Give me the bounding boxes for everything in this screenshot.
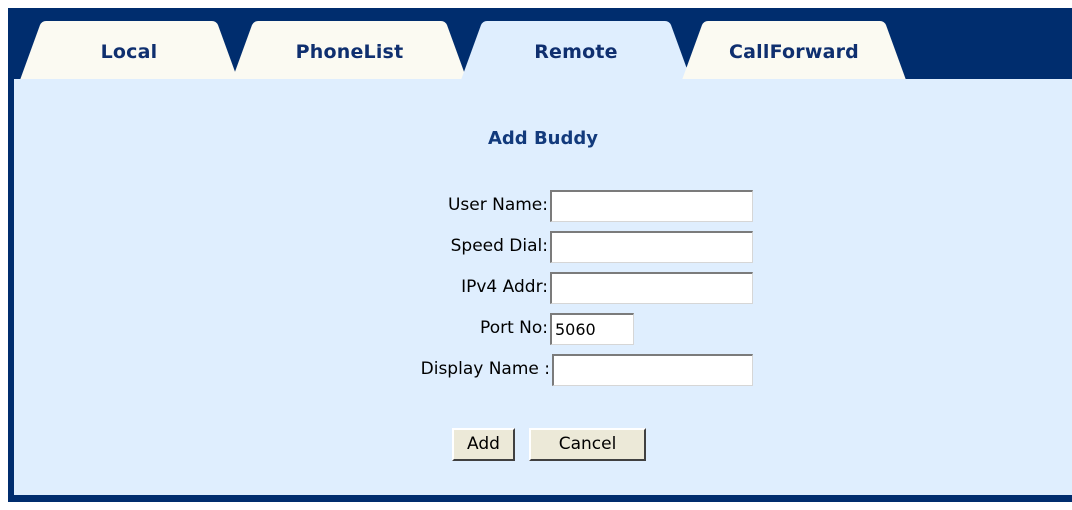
tab-bar: Local PhoneList Remote CallForward bbox=[8, 8, 1072, 80]
speed-dial-label: Speed Dial: bbox=[450, 236, 548, 256]
display-name-label: Display Name : bbox=[420, 359, 550, 379]
port-no-row: Port No: bbox=[314, 313, 548, 345]
content-panel: Add Buddy User Name: Speed Dial: IPv4 Ad… bbox=[14, 79, 1072, 495]
display-name-field[interactable] bbox=[552, 354, 753, 386]
tab-remote-label: Remote bbox=[534, 41, 618, 63]
port-no-label: Port No: bbox=[480, 318, 548, 338]
user-name-label: User Name: bbox=[447, 195, 548, 215]
tab-phonelist-label: PhoneList bbox=[295, 41, 404, 63]
tab-local[interactable]: Local bbox=[20, 21, 238, 80]
speed-dial-field[interactable] bbox=[550, 231, 753, 263]
user-name-field[interactable] bbox=[550, 190, 753, 222]
app-frame: Local PhoneList Remote CallForward Add B… bbox=[8, 8, 1072, 502]
tab-callforward-label: CallForward bbox=[729, 41, 859, 63]
ipv4-addr-label: IPv4 Addr: bbox=[461, 277, 548, 297]
page-title: Add Buddy bbox=[487, 128, 598, 149]
user-name-row: User Name: bbox=[314, 190, 548, 222]
tab-local-label: Local bbox=[100, 41, 158, 63]
tab-remote[interactable]: Remote bbox=[461, 21, 691, 80]
speed-dial-row: Speed Dial: bbox=[314, 231, 548, 263]
ipv4-addr-row: IPv4 Addr: bbox=[314, 272, 548, 304]
ipv4-addr-field[interactable] bbox=[550, 272, 753, 304]
cancel-button[interactable]: Cancel bbox=[529, 428, 646, 461]
add-button[interactable]: Add bbox=[452, 428, 515, 461]
port-no-field[interactable] bbox=[550, 313, 634, 345]
tab-phonelist[interactable]: PhoneList bbox=[232, 21, 467, 80]
display-name-row: Display Name : bbox=[314, 354, 550, 386]
tab-callforward[interactable]: CallForward bbox=[682, 21, 906, 80]
